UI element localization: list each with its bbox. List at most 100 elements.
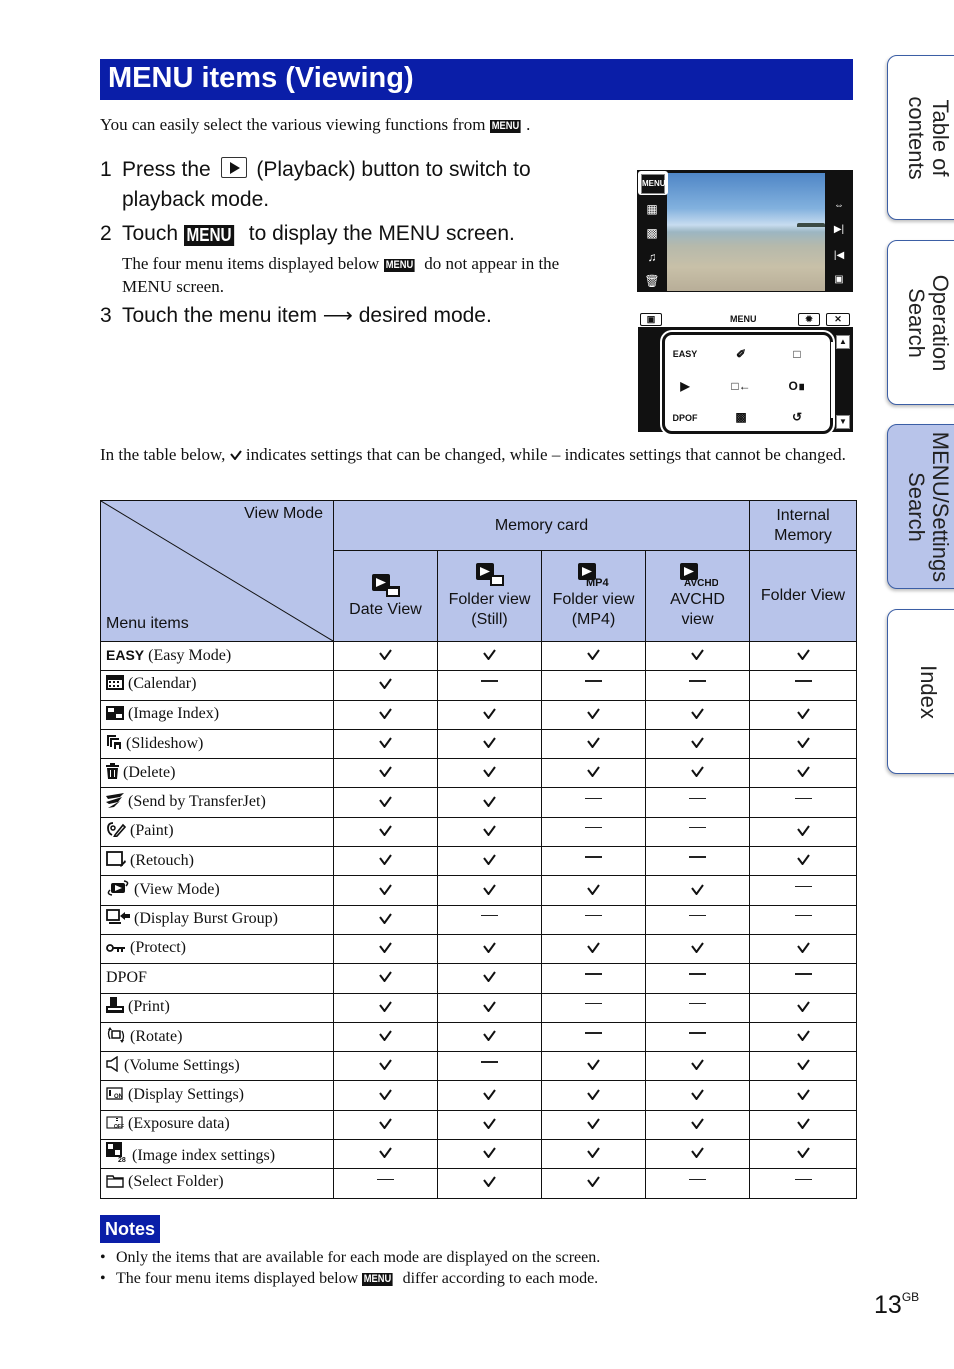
calendar-icon[interactable]: ▦	[639, 202, 665, 216]
check-icon	[483, 971, 496, 984]
bullet: •	[100, 1270, 106, 1287]
protect-icon	[106, 941, 126, 959]
dash-cell	[645, 963, 750, 994]
check-icon	[379, 1059, 392, 1071]
menu-item-label: (Retouch)	[130, 851, 194, 869]
check-cell	[333, 963, 438, 994]
toolbox-icon[interactable]: ▣	[640, 313, 662, 326]
check-icon	[483, 942, 496, 954]
menu-item-cell: (Send by TransferJet)	[100, 787, 334, 818]
menu-item-cell: (Paint)	[100, 816, 334, 848]
check-cell	[333, 787, 438, 818]
slideshow-icon[interactable]: ♫	[639, 250, 665, 264]
page-number-value: 13	[874, 1291, 902, 1319]
check-cell	[437, 640, 542, 672]
tab-menu-settings-search[interactable]: MENU/Settings Search	[887, 424, 954, 589]
menu-item-cell: EASY (Easy Mode)	[100, 640, 334, 672]
dash-icon	[794, 1178, 812, 1180]
dash-cell	[437, 670, 542, 701]
note-text: differ according to each mode.	[402, 1270, 599, 1287]
easy-mode-item[interactable]: EASY	[665, 349, 705, 359]
image-index-icon[interactable]: ▩	[639, 226, 665, 240]
scroll-down-icon[interactable]: ▼	[836, 415, 850, 429]
check-icon	[587, 1147, 600, 1159]
tab-operation-search[interactable]: Operation Search	[887, 240, 954, 405]
dash-cell	[437, 1051, 542, 1082]
check-icon	[379, 942, 392, 954]
scroll-up-icon[interactable]: ▲	[836, 335, 850, 349]
dpof-item[interactable]: DPOF	[665, 413, 705, 423]
check-icon	[587, 1118, 600, 1130]
check-icon	[379, 678, 392, 691]
check-cell	[333, 816, 438, 848]
shooting-mode-icon[interactable]: ▣	[826, 274, 852, 285]
column-label: Folder view	[552, 590, 635, 608]
protect-icon[interactable]: O∎	[777, 379, 817, 393]
delete-icon[interactable]: 🗑︎	[639, 274, 665, 288]
check-icon	[691, 737, 704, 749]
column-label: (Still)	[471, 610, 508, 628]
menu-button[interactable]: MENU	[638, 171, 668, 195]
check-cell	[645, 1109, 750, 1141]
menu-item-cell: (Delete)	[100, 758, 334, 789]
check-cell	[645, 728, 750, 760]
view-mode-icon[interactable]: ▶	[665, 379, 705, 393]
delete-icon	[106, 762, 119, 784]
dash-icon	[689, 1032, 706, 1034]
retouch-icon[interactable]: □	[777, 347, 817, 361]
folder-view-still-icon	[475, 562, 504, 586]
menu-item-label: (View Mode)	[134, 881, 220, 899]
check-icon	[796, 708, 810, 720]
menu-icon: MENU	[183, 225, 235, 246]
next-icon[interactable]: ▶|	[826, 224, 852, 235]
dash-cell	[541, 992, 646, 1023]
dash-cell	[749, 963, 857, 994]
beach-photo	[667, 173, 825, 291]
dash-icon	[689, 797, 706, 800]
note-text: The four menu items displayed below	[116, 1270, 359, 1287]
menu-icon: MENU	[489, 120, 521, 133]
menu-item-label: (Volume Settings)	[124, 1056, 240, 1074]
check-icon	[796, 649, 810, 661]
dash-cell	[645, 1021, 750, 1053]
check-cell	[541, 1080, 646, 1111]
dash-icon	[689, 826, 706, 829]
check-cell	[437, 758, 542, 789]
column-label: Date View	[349, 600, 422, 618]
rotate-icon[interactable]: ↺	[777, 410, 817, 424]
previous-icon[interactable]: |◀	[826, 250, 852, 261]
menu-item-cell: (Calendar)	[100, 670, 334, 701]
print-icon[interactable]: ▩	[721, 410, 761, 424]
paint-icon[interactable]: ✐	[721, 347, 761, 361]
settings-gear-icon[interactable]: ✹	[798, 313, 820, 326]
table-row: (Image Index)	[100, 699, 857, 730]
dash-cell	[541, 846, 646, 877]
display-burst-group-icon[interactable]: □←	[721, 379, 761, 393]
check-icon	[796, 1001, 810, 1013]
check-cell	[333, 992, 438, 1023]
check-icon	[796, 1089, 810, 1101]
check-cell	[437, 933, 542, 965]
camera-playback-screen: MENU ▦ ▩ ♫ 🗑︎ ⇔ ▶| |◀ ▣	[637, 170, 853, 292]
zoom-width-icon[interactable]: ⇔	[826, 200, 852, 211]
check-cell	[437, 816, 542, 848]
menu-item-label: (Display Burst Group)	[134, 910, 278, 928]
table-row: (Rotate)	[100, 1021, 857, 1053]
menu-item-cell: ON (Display Settings)	[100, 1080, 334, 1111]
check-icon	[483, 737, 496, 749]
tab-table-of-contents[interactable]: Table of contents	[887, 55, 954, 220]
check-icon	[379, 737, 392, 749]
menu-icon: MENU	[383, 259, 415, 272]
close-icon[interactable]: ✕	[826, 313, 850, 326]
dash-icon	[585, 797, 602, 800]
check-cell	[541, 1109, 646, 1141]
check-icon	[483, 1030, 496, 1042]
check-cell	[749, 1109, 857, 1141]
menu-item-cell: 28 (Image index settings)	[100, 1139, 334, 1170]
tab-index[interactable]: Index	[887, 609, 954, 774]
scrollbar[interactable]	[831, 342, 833, 418]
table-row: (Select Folder)	[100, 1168, 857, 1199]
check-cell	[437, 699, 542, 730]
playback-button-icon	[220, 157, 247, 178]
menu-item-cell: (Slideshow)	[100, 728, 334, 760]
